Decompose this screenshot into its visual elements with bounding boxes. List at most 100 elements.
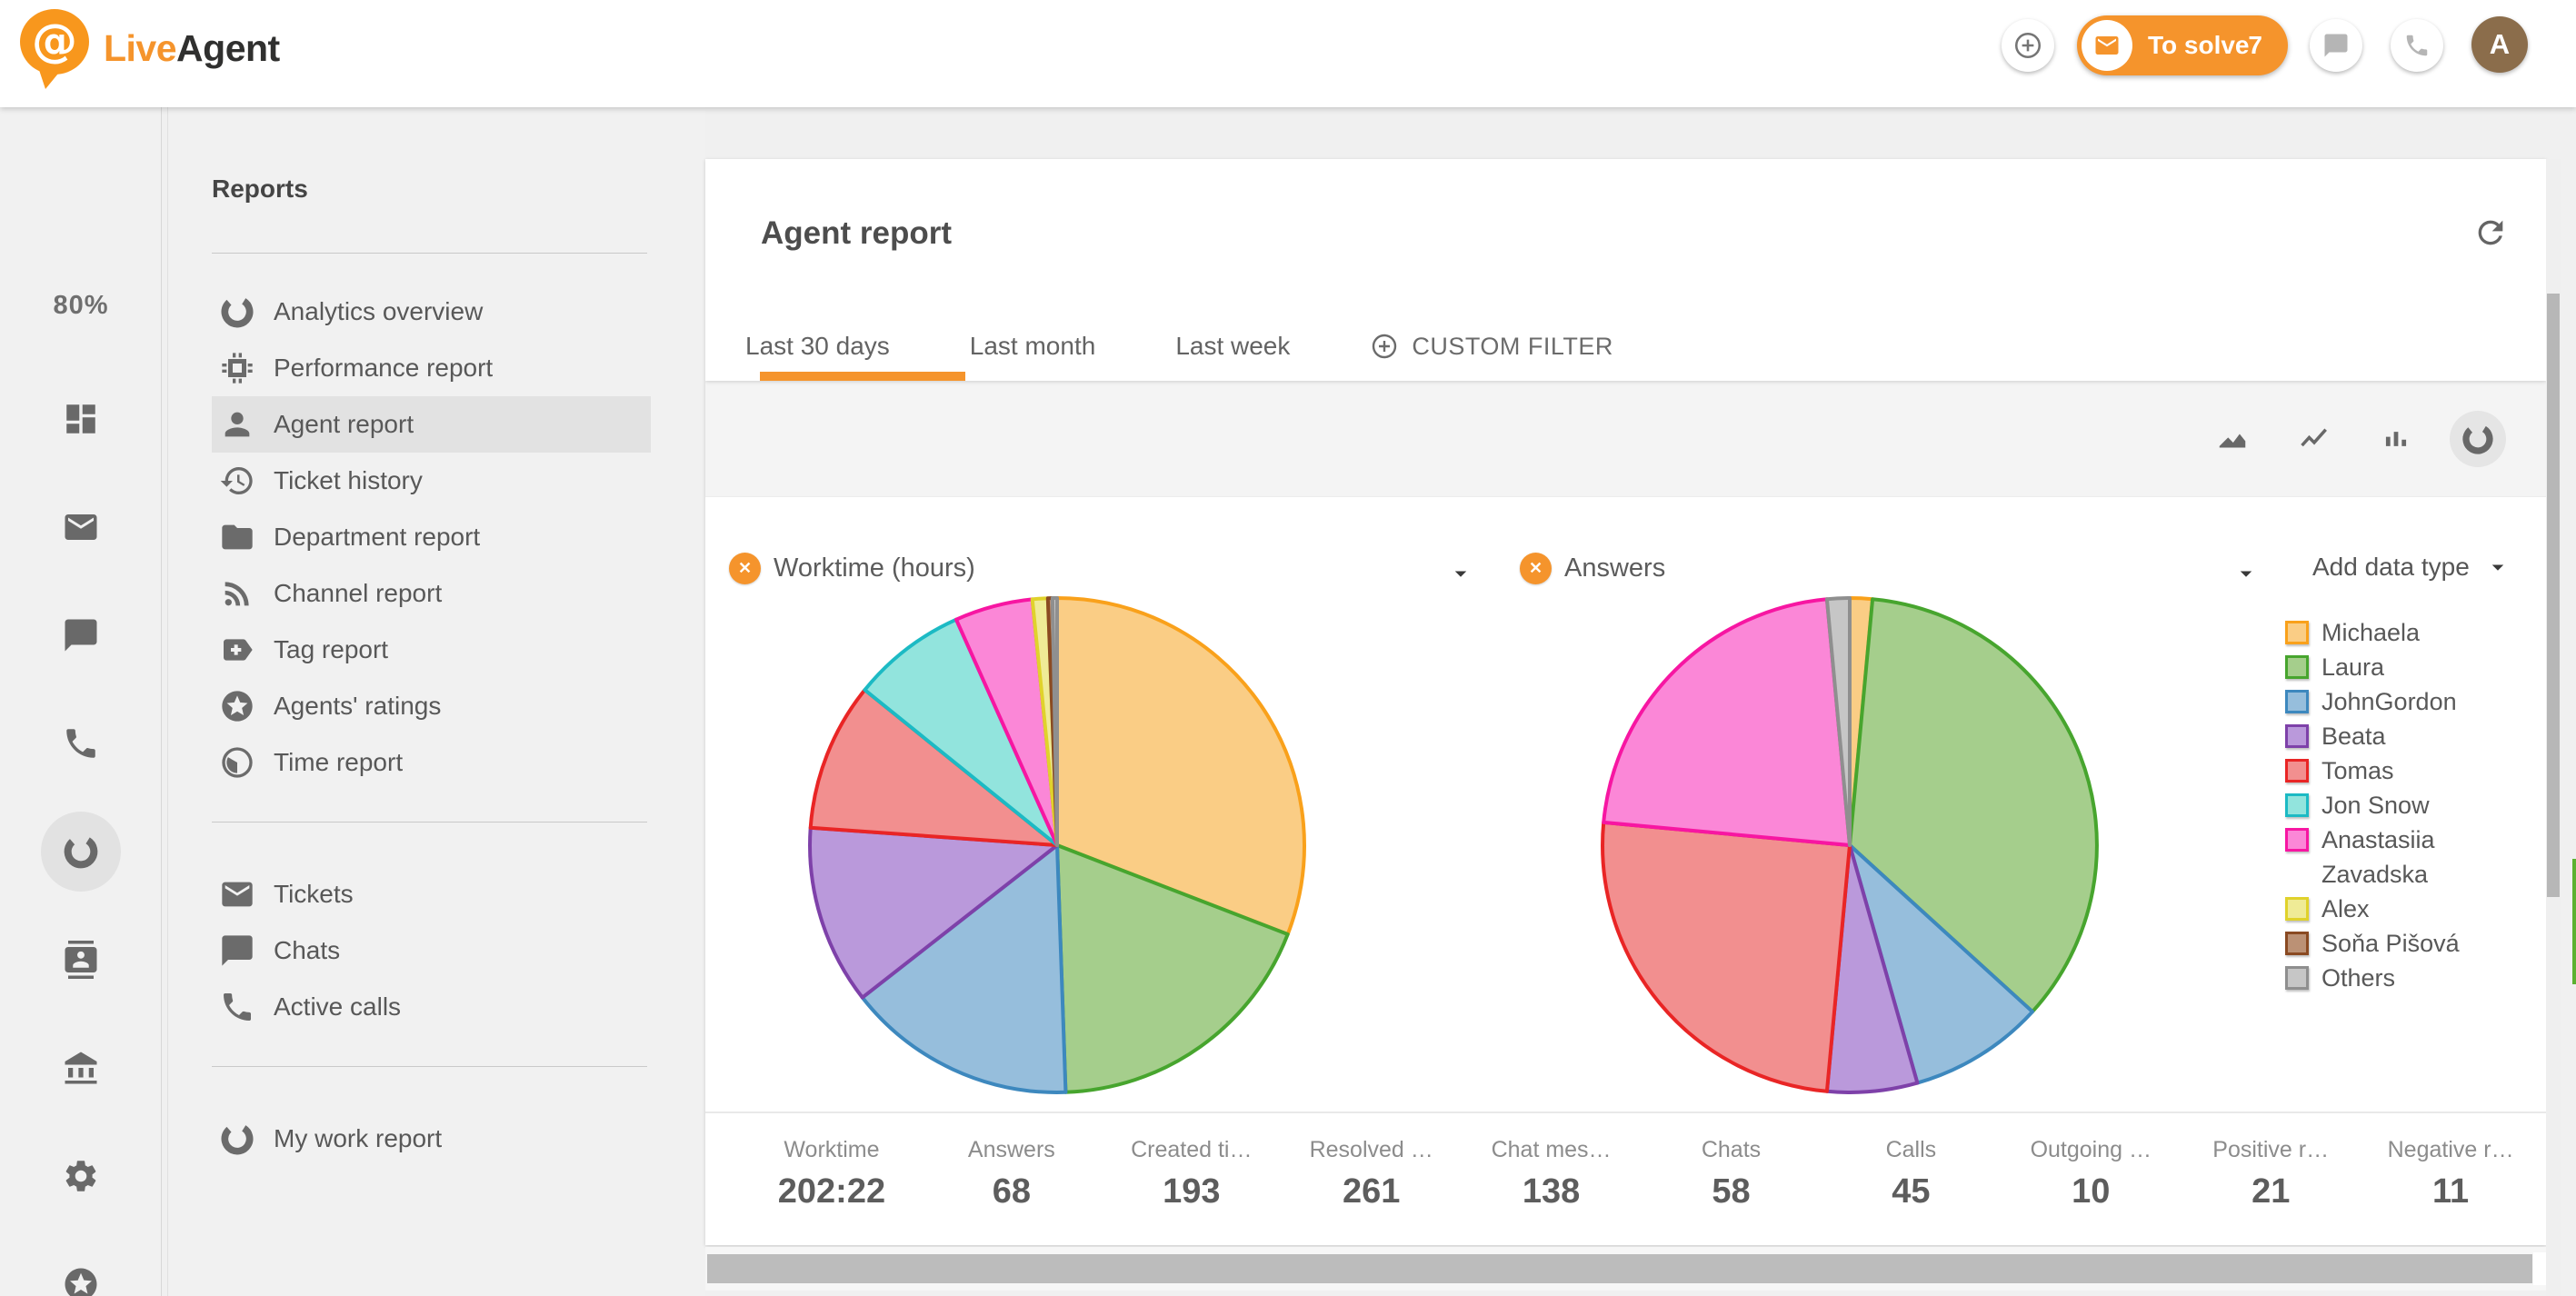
rail-button-bank[interactable] [0,1013,162,1122]
horizontal-scrollbar-thumb[interactable] [707,1254,2532,1283]
legend-item-alex[interactable]: Alex [2285,892,2531,926]
chats-button[interactable] [2310,19,2362,72]
stat-answers: Answers68 [922,1113,1102,1245]
sidebar-item-channel-report[interactable]: Channel report [212,565,651,622]
rail-button-phone[interactable] [0,689,162,797]
sidebar-item-time-report[interactable]: Time report [212,734,651,791]
user-avatar[interactable]: A [2471,16,2528,73]
legend-swatch [2285,690,2309,713]
rail-button-dashboard[interactable] [0,364,162,473]
legend-item-jon-snow[interactable]: Jon Snow [2285,788,2531,822]
sidebar-item-label: Agents' ratings [274,692,441,721]
mail-icon [62,508,100,546]
stat-label: Answers [922,1137,1102,1163]
rail-button-chat-bubble[interactable] [0,581,162,689]
stat-worktime: Worktime202:22 [742,1113,922,1245]
worktime-pie-chart[interactable] [804,593,1310,1102]
sidebar-item-agent-report[interactable]: Agent report [212,396,651,453]
tab-last-month[interactable]: Last month [930,312,1136,381]
sidebar-item-agents-ratings[interactable]: Agents' ratings [212,678,651,734]
rss-icon [219,575,255,612]
sidebar-item-tag-report[interactable]: Tag report [212,622,651,678]
add-new-button[interactable] [2002,19,2054,72]
rail-button-mail[interactable] [0,473,162,581]
rail-button-donut-chart[interactable] [0,797,162,905]
chart-type-area-chart[interactable] [2204,411,2261,467]
legend-label: Beata [2321,719,2503,753]
answers-dropdown-caret-icon[interactable] [2232,560,2260,587]
sidebar-item-label: Department report [274,523,480,552]
legend-swatch [2285,655,2309,679]
line-chart-icon [2297,422,2331,456]
sidebar-item-department-report[interactable]: Department report [212,509,651,565]
custom-filter-label: CUSTOM FILTER [1412,333,1613,361]
stat-calls: Calls45 [1821,1113,2001,1245]
sidebar-item-label: Tag report [274,635,388,664]
mail-icon [219,876,255,912]
legend-item-others[interactable]: Others [2285,961,2531,995]
chart-type-pie-chart[interactable] [2450,411,2506,467]
legend-item-johngordon[interactable]: JohnGordon [2285,684,2531,719]
chart-type-bar-chart[interactable] [2368,411,2424,467]
to-solve-label: To solve [2148,15,2250,75]
chart-type-line-chart[interactable] [2286,411,2342,467]
tag-icon [219,632,255,668]
legend-item-anastasiia-zavadska[interactable]: Anastasiia Zavadska [2285,822,2531,892]
stat-label: Chat mes… [1462,1137,1642,1163]
stat-outgoing-: Outgoing …10 [2001,1113,2181,1245]
sidebar-item-label: Channel report [274,579,442,608]
vertical-scrollbar[interactable] [2546,159,2561,1296]
legend-label: JohnGordon [2321,684,2503,719]
legend-item-so-a-pi-ov-[interactable]: Soňa Pišová [2285,926,2531,961]
date-range-tabs: Last 30 daysLast monthLast week CUSTOM FI… [705,312,1613,381]
stat-label: Calls [1821,1137,2001,1163]
rail-button-star-circle[interactable] [0,1230,162,1296]
sidebar-groups: Analytics overviewPerformance reportAgen… [168,284,705,1167]
to-solve-mail-bubble [2082,20,2132,71]
legend-item-michaela[interactable]: Michaela [2285,615,2531,650]
legend-swatch [2285,724,2309,748]
to-solve-button[interactable]: To solve 7 [2077,15,2288,75]
legend-item-beata[interactable]: Beata [2285,719,2531,753]
tab-last-30-days[interactable]: Last 30 days [705,312,930,381]
stat-value: 58 [1642,1172,1822,1211]
sidebar-item-label: Active calls [274,992,401,1022]
worktime-dropdown-caret-icon[interactable] [1447,560,1474,587]
stat-created-ti-: Created ti…193 [1102,1113,1282,1245]
brand-live: Live [104,27,176,69]
worktime-chart-header: ✕ Worktime (hours) [729,553,975,584]
vertical-scrollbar-thumb[interactable] [2547,294,2560,897]
sidebar-item-analytics-overview[interactable]: Analytics overview [212,284,651,340]
add-data-type-dropdown[interactable]: Add data type [2312,553,2511,582]
usage-percent: 80% [0,291,162,321]
sidebar-item-my-work-report[interactable]: My work report [212,1111,651,1167]
donut-chart-icon [62,832,100,871]
sidebar-item-label: My work report [274,1124,442,1153]
legend-swatch [2285,966,2309,990]
remove-worktime-button[interactable]: ✕ [729,553,761,584]
calls-button[interactable] [2391,19,2443,72]
tab-last-week[interactable]: Last week [1135,312,1330,381]
horizontal-scrollbar[interactable] [705,1247,2546,1291]
phone-icon [219,989,255,1025]
legend-item-laura[interactable]: Laura [2285,650,2531,684]
sidebar-item-label: Tickets [274,880,354,909]
stat-label: Chats [1642,1137,1822,1163]
legend-label: Anastasiia Zavadska [2321,822,2503,892]
legend-item-tomas[interactable]: Tomas [2285,753,2531,788]
refresh-button[interactable] [2472,214,2509,251]
stat-positive-r-: Positive r…21 [2181,1113,2361,1245]
rail-button-gear[interactable] [0,1122,162,1230]
sidebar-item-active-calls[interactable]: Active calls [212,979,651,1035]
answers-pie-chart[interactable] [1597,593,2102,1102]
sidebar-item-tickets[interactable]: Tickets [212,866,651,922]
rail-button-contacts[interactable] [0,905,162,1013]
legend-label: Tomas [2321,753,2503,788]
remove-answers-button[interactable]: ✕ [1520,553,1552,584]
sidebar-item-ticket-history[interactable]: Ticket history [212,453,651,509]
sidebar-item-chats[interactable]: Chats [212,922,651,979]
sidebar-item-label: Time report [274,748,403,777]
custom-filter-button[interactable]: CUSTOM FILTER [1370,312,1613,381]
legend-swatch [2285,897,2309,921]
sidebar-item-performance-report[interactable]: Performance report [212,340,651,396]
